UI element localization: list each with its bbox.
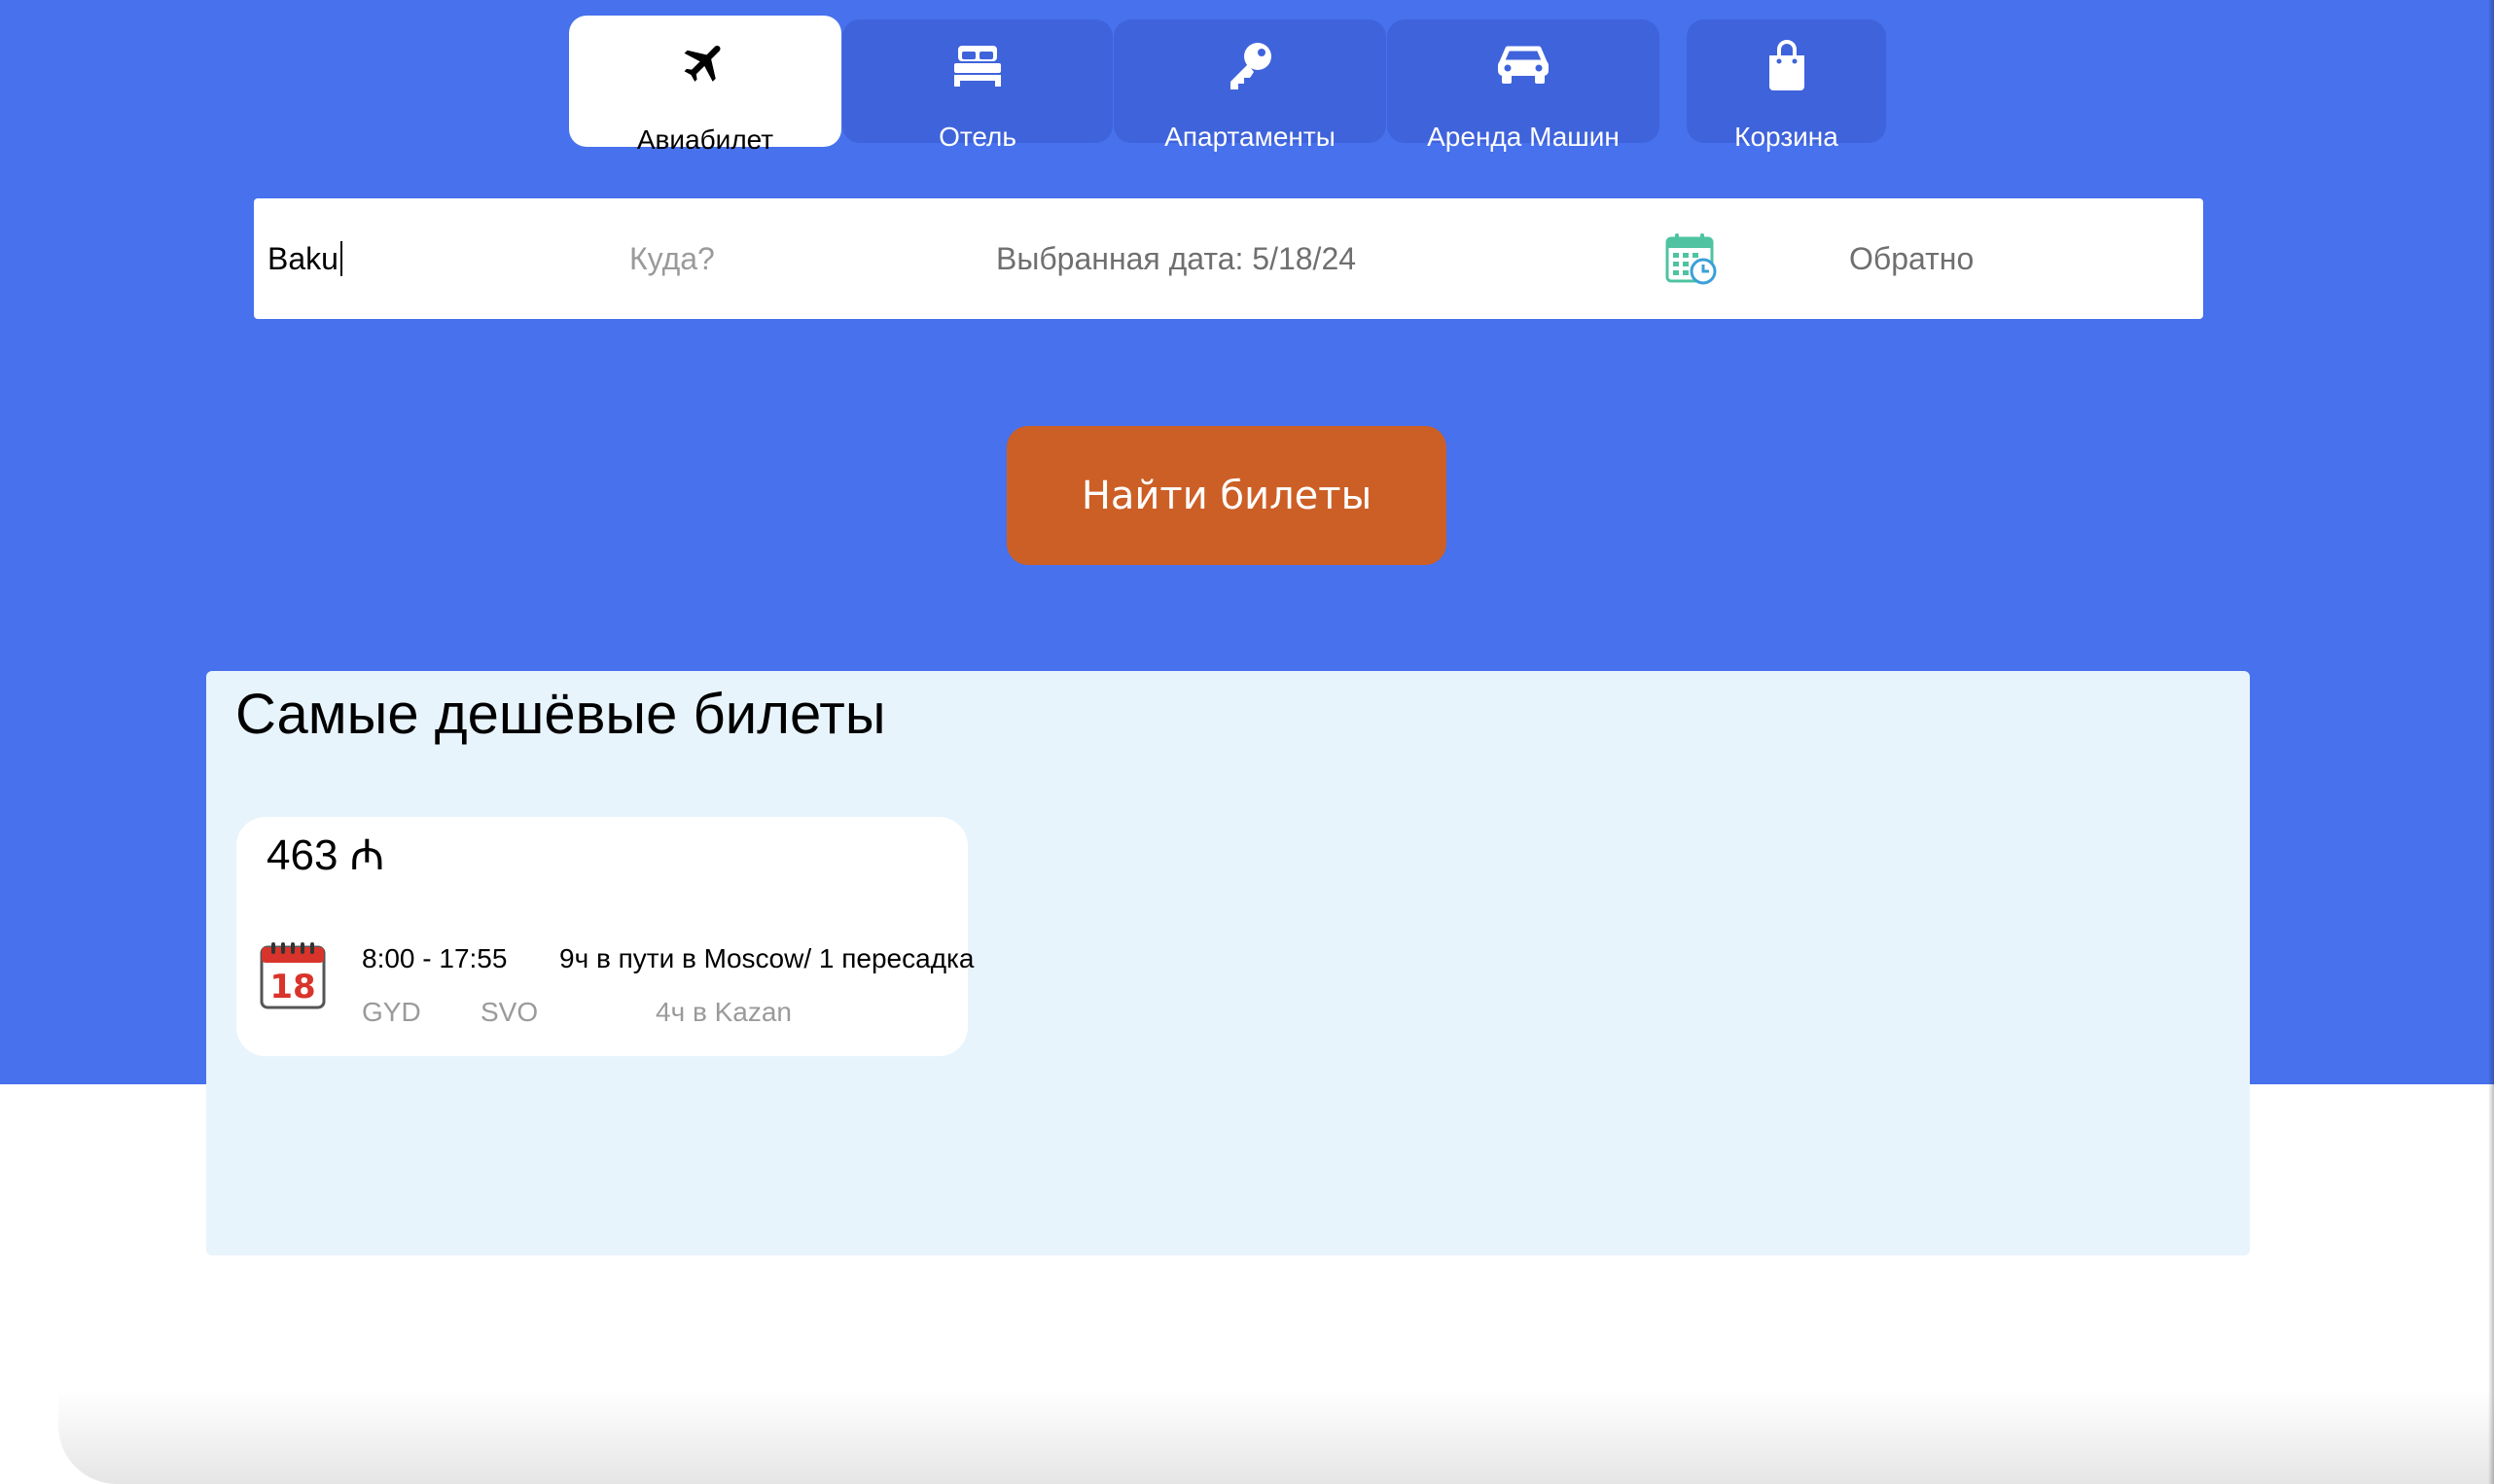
panel-title: Самые дешёвые билеты <box>235 683 886 746</box>
ticket-stopover: 4ч в Kazan <box>656 997 792 1027</box>
to-input-placeholder: Куда? <box>629 240 715 276</box>
ticket-card[interactable]: 463 ₼ 18 8:00 - 17:55 9ч в пути в Moscow… <box>236 817 974 1056</box>
shopping-bag-icon <box>1687 37 1886 95</box>
tab-hotel[interactable]: Отель <box>842 19 1113 152</box>
find-tickets-button[interactable]: Найти билеты <box>1007 426 1446 565</box>
car-icon <box>1387 37 1659 95</box>
tab-car-rental-label: Аренда Машин <box>1427 122 1620 152</box>
calendar-clock-icon[interactable] <box>1664 198 1719 319</box>
cheapest-tickets-panel: Самые дешёвые билеты 463 ₼ 18 8:00 - 17:… <box>206 671 2250 1255</box>
calendar-day-number: 18 <box>269 968 315 1007</box>
from-input[interactable]: Baku <box>267 198 342 319</box>
tab-hotel-label: Отель <box>939 122 1016 152</box>
ticket-duration: 9ч в пути в Moscow/ 1 пересадка <box>559 943 975 973</box>
ticket-destination-code: SVO <box>481 997 539 1027</box>
tab-cart-label: Корзина <box>1734 122 1838 152</box>
tab-car-rental[interactable]: Аренда Машин <box>1387 19 1659 152</box>
date-picker[interactable]: Выбранная дата: 5/18/24 <box>996 198 1356 319</box>
key-icon <box>1114 37 1386 95</box>
ticket-price: 463 ₼ <box>267 831 385 879</box>
ticket-time: 8:00 - 17:55 <box>362 943 508 973</box>
window-bottom-shadow <box>58 1391 2494 1484</box>
search-bar: Baku Куда? Выбранная дата: 5/18/24 Обрат… <box>254 198 2203 319</box>
calendar-icon: 18 <box>260 941 326 1014</box>
tab-flights[interactable]: Авиабилет <box>569 16 841 155</box>
from-input-value: Baku <box>267 240 338 276</box>
return-date-field[interactable]: Обратно <box>1849 198 1974 319</box>
return-label: Обратно <box>1849 240 1975 276</box>
tab-flights-label: Авиабилет <box>636 124 774 155</box>
window-right-edge <box>2488 0 2494 1484</box>
ticket-origin-code: GYD <box>362 997 421 1027</box>
text-caret <box>339 241 342 276</box>
selected-date-text: Выбранная дата: 5/18/24 <box>996 240 1357 276</box>
to-input[interactable]: Куда? <box>629 198 715 319</box>
tab-apartments-label: Апартаменты <box>1164 122 1336 152</box>
bed-icon <box>842 37 1113 95</box>
tab-cart[interactable]: Корзина <box>1687 19 1886 152</box>
tab-apartments[interactable]: Апартаменты <box>1114 19 1386 152</box>
airplane-icon <box>569 33 841 91</box>
